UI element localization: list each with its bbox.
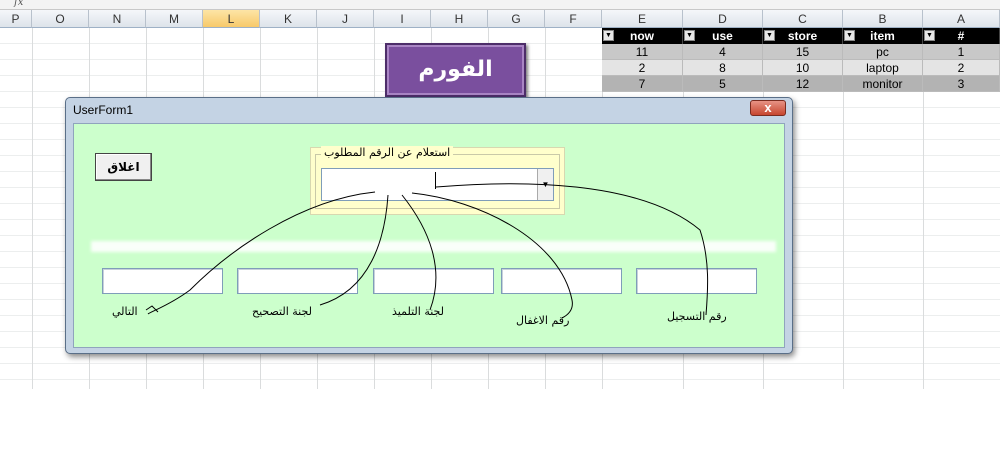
table-cell[interactable]: laptop (843, 60, 923, 76)
column-header-l[interactable]: L (203, 10, 260, 28)
column-header-b[interactable]: B (843, 10, 923, 28)
label-registration-number: رقم التسجيل (667, 310, 727, 323)
table-header-now[interactable]: ▼ now (602, 28, 683, 44)
form-body: اغلاق استعلام عن الرقم المطلوب ▼ التالي … (73, 123, 785, 348)
filter-dropdown-icon[interactable]: ▼ (844, 30, 855, 41)
column-header-k[interactable]: K (260, 10, 317, 28)
column-header-m[interactable]: M (146, 10, 203, 28)
textbox-registration-number[interactable] (636, 268, 757, 294)
label-next: التالي (112, 305, 138, 318)
table-cell[interactable]: monitor (843, 76, 923, 92)
label-anonymous-number: رقم الاغفال (516, 314, 570, 327)
chevron-down-icon[interactable]: ▼ (537, 169, 553, 200)
window-title: UserForm1 (73, 103, 134, 117)
table-cell[interactable]: 3 (923, 76, 1000, 92)
textbox-anonymous-number[interactable] (501, 268, 622, 294)
table-cell[interactable]: 1 (923, 44, 1000, 60)
filter-dropdown-icon[interactable]: ▼ (924, 30, 935, 41)
table-cell[interactable]: 2 (602, 60, 683, 76)
query-frame: استعلام عن الرقم المطلوب ▼ (310, 146, 565, 215)
column-header-h[interactable]: H (431, 10, 488, 28)
column-header-p[interactable]: P (0, 10, 32, 28)
table-cell[interactable]: 11 (602, 44, 683, 60)
open-form-button[interactable]: الفورم (385, 43, 526, 97)
close-button[interactable]: اغلاق (95, 153, 152, 181)
column-header-e[interactable]: E (602, 10, 683, 28)
filter-dropdown-icon[interactable]: ▼ (764, 30, 775, 41)
textbox-correction-committee[interactable] (237, 268, 358, 294)
table-cell[interactable]: 2 (923, 60, 1000, 76)
table-header-use[interactable]: ▼ use (683, 28, 763, 44)
frame-caption: استعلام عن الرقم المطلوب (321, 146, 454, 159)
table-cell[interactable]: 7 (602, 76, 683, 92)
grid-line (32, 28, 33, 389)
column-header-n[interactable]: N (89, 10, 146, 28)
column-header-i[interactable]: I (374, 10, 431, 28)
label-correction-committee: لجنة التصحيح (252, 305, 312, 318)
userform-window: UserForm1 x اغلاق استعلام عن الرقم المطل… (65, 97, 793, 354)
column-header-f[interactable]: F (545, 10, 602, 28)
filter-dropdown-icon[interactable]: ▼ (684, 30, 695, 41)
column-header-d[interactable]: D (683, 10, 763, 28)
formula-bar[interactable]: fx (0, 0, 1000, 10)
column-header-j[interactable]: J (317, 10, 374, 28)
window-close-button[interactable]: x (750, 100, 786, 116)
table-cell[interactable]: 10 (763, 60, 843, 76)
textbox-student-committee[interactable] (373, 268, 494, 294)
column-header-g[interactable]: G (488, 10, 545, 28)
table-header-number[interactable]: ▼ # (923, 28, 1000, 44)
column-header-a[interactable]: A (923, 10, 1000, 28)
table-cell[interactable]: pc (843, 44, 923, 60)
label-student-committee: لجنة التلميذ (392, 305, 444, 318)
query-combobox[interactable]: ▼ (321, 168, 554, 201)
column-header-c[interactable]: C (763, 10, 843, 28)
filter-dropdown-icon[interactable]: ▼ (603, 30, 614, 41)
textbox-next[interactable] (102, 268, 223, 294)
table-cell[interactable]: 4 (683, 44, 763, 60)
function-icon[interactable]: fx (14, 0, 23, 8)
table-cell[interactable]: 5 (683, 76, 763, 92)
table-cell[interactable]: 12 (763, 76, 843, 92)
table-cell[interactable]: 15 (763, 44, 843, 60)
separator (91, 241, 776, 252)
column-header-o[interactable]: O (32, 10, 89, 28)
text-cursor (435, 172, 436, 189)
table-header-item[interactable]: ▼ item (843, 28, 923, 44)
table-header-store[interactable]: ▼ store (763, 28, 843, 44)
table-cell[interactable]: 8 (683, 60, 763, 76)
